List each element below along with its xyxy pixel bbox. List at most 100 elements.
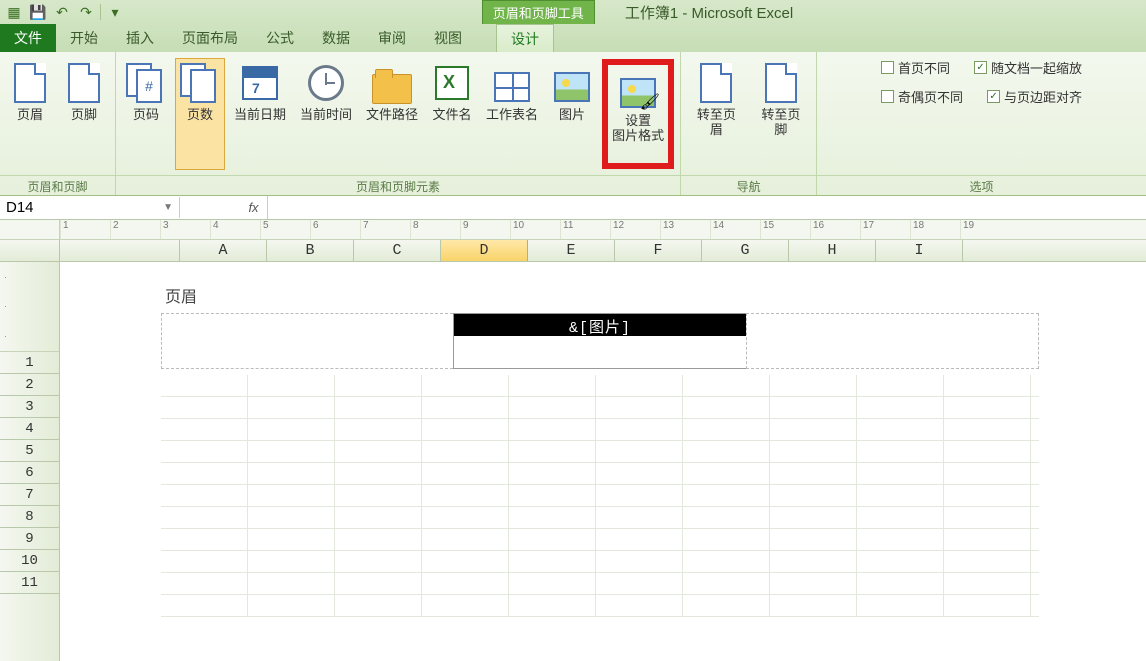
- cell[interactable]: [944, 551, 1031, 572]
- cell[interactable]: [422, 595, 509, 616]
- cell[interactable]: [857, 551, 944, 572]
- cell[interactable]: [248, 463, 335, 484]
- cell[interactable]: [683, 573, 770, 594]
- row-header-6[interactable]: 6: [0, 462, 59, 484]
- cell[interactable]: [596, 463, 683, 484]
- save-icon[interactable]: 💾: [28, 2, 48, 22]
- diff-first-page-checkbox[interactable]: 首页不同: [881, 58, 950, 77]
- align-margins-checkbox[interactable]: ✓与页边距对齐: [987, 87, 1082, 106]
- tab-view[interactable]: 视图: [420, 24, 476, 52]
- cell[interactable]: [770, 507, 857, 528]
- table-row[interactable]: [161, 507, 1039, 529]
- cell[interactable]: [161, 419, 248, 440]
- cell[interactable]: [683, 397, 770, 418]
- cell[interactable]: [509, 573, 596, 594]
- cell[interactable]: [857, 419, 944, 440]
- current-time-button[interactable]: 当前时间: [296, 59, 356, 169]
- cell[interactable]: [509, 441, 596, 462]
- cell[interactable]: [161, 529, 248, 550]
- cell[interactable]: [770, 485, 857, 506]
- cell[interactable]: [857, 573, 944, 594]
- name-box-dropdown-icon[interactable]: ▼: [163, 202, 173, 213]
- column-header-I[interactable]: I: [876, 240, 963, 261]
- cell[interactable]: [596, 375, 683, 396]
- row-header-10[interactable]: 10: [0, 550, 59, 572]
- cell[interactable]: [683, 375, 770, 396]
- tab-insert[interactable]: 插入: [112, 24, 168, 52]
- cell[interactable]: [944, 573, 1031, 594]
- column-header-F[interactable]: F: [615, 240, 702, 261]
- tab-home[interactable]: 开始: [56, 24, 112, 52]
- cell[interactable]: [596, 397, 683, 418]
- cell[interactable]: [161, 397, 248, 418]
- header-button[interactable]: 页眉: [6, 59, 54, 169]
- header-left-box[interactable]: [161, 313, 453, 369]
- table-row[interactable]: [161, 551, 1039, 573]
- cell[interactable]: [422, 375, 509, 396]
- row-header-1[interactable]: 1: [0, 352, 59, 374]
- column-header-G[interactable]: G: [702, 240, 789, 261]
- file-name-button[interactable]: 文件名: [428, 59, 476, 169]
- header-right-box[interactable]: [746, 313, 1039, 369]
- select-all-corner[interactable]: [0, 240, 60, 261]
- cell[interactable]: [161, 551, 248, 572]
- goto-footer-button[interactable]: 转至页脚: [752, 59, 811, 169]
- cell[interactable]: [335, 551, 422, 572]
- cell[interactable]: [422, 441, 509, 462]
- cell[interactable]: [335, 441, 422, 462]
- row-header-2[interactable]: 2: [0, 374, 59, 396]
- tab-design[interactable]: 设计: [496, 24, 554, 52]
- cell[interactable]: [509, 551, 596, 572]
- cell[interactable]: [683, 551, 770, 572]
- cell[interactable]: [509, 397, 596, 418]
- cell[interactable]: [596, 529, 683, 550]
- file-path-button[interactable]: 文件路径: [362, 59, 422, 169]
- cell[interactable]: [683, 419, 770, 440]
- table-row[interactable]: [161, 441, 1039, 463]
- cell[interactable]: [857, 441, 944, 462]
- cell[interactable]: [422, 507, 509, 528]
- undo-icon[interactable]: ↶: [52, 2, 72, 22]
- cell[interactable]: [335, 397, 422, 418]
- cell[interactable]: [770, 397, 857, 418]
- cell[interactable]: [596, 419, 683, 440]
- name-box[interactable]: D14 ▼: [0, 197, 180, 218]
- file-tab[interactable]: 文件: [0, 24, 56, 52]
- cell[interactable]: [944, 595, 1031, 616]
- table-row[interactable]: [161, 529, 1039, 551]
- cell[interactable]: [596, 595, 683, 616]
- cell[interactable]: [422, 463, 509, 484]
- column-header-H[interactable]: H: [789, 240, 876, 261]
- table-row[interactable]: [161, 397, 1039, 419]
- cell[interactable]: [422, 551, 509, 572]
- cell[interactable]: [509, 485, 596, 506]
- cell[interactable]: [944, 485, 1031, 506]
- column-header-E[interactable]: E: [528, 240, 615, 261]
- cell[interactable]: [335, 595, 422, 616]
- row-header-5[interactable]: 5: [0, 440, 59, 462]
- cell[interactable]: [161, 485, 248, 506]
- cell[interactable]: [248, 573, 335, 594]
- header-edit-zone[interactable]: 页眉 &[图片]: [161, 279, 1039, 375]
- cell[interactable]: [944, 441, 1031, 462]
- cell[interactable]: [857, 529, 944, 550]
- row-header-3[interactable]: 3: [0, 396, 59, 418]
- cell[interactable]: [683, 441, 770, 462]
- cell[interactable]: [509, 463, 596, 484]
- row-header-7[interactable]: 7: [0, 484, 59, 506]
- cell[interactable]: [248, 551, 335, 572]
- cell[interactable]: [944, 507, 1031, 528]
- cell[interactable]: [161, 463, 248, 484]
- cell[interactable]: [857, 595, 944, 616]
- fx-label[interactable]: fx: [240, 196, 268, 219]
- tab-review[interactable]: 审阅: [364, 24, 420, 52]
- cell[interactable]: [770, 375, 857, 396]
- table-row[interactable]: [161, 463, 1039, 485]
- cell[interactable]: [770, 573, 857, 594]
- cell[interactable]: [596, 441, 683, 462]
- column-header-D[interactable]: D: [441, 240, 528, 261]
- cell[interactable]: [161, 441, 248, 462]
- cell[interactable]: [248, 507, 335, 528]
- cell[interactable]: [857, 507, 944, 528]
- cell[interactable]: [335, 529, 422, 550]
